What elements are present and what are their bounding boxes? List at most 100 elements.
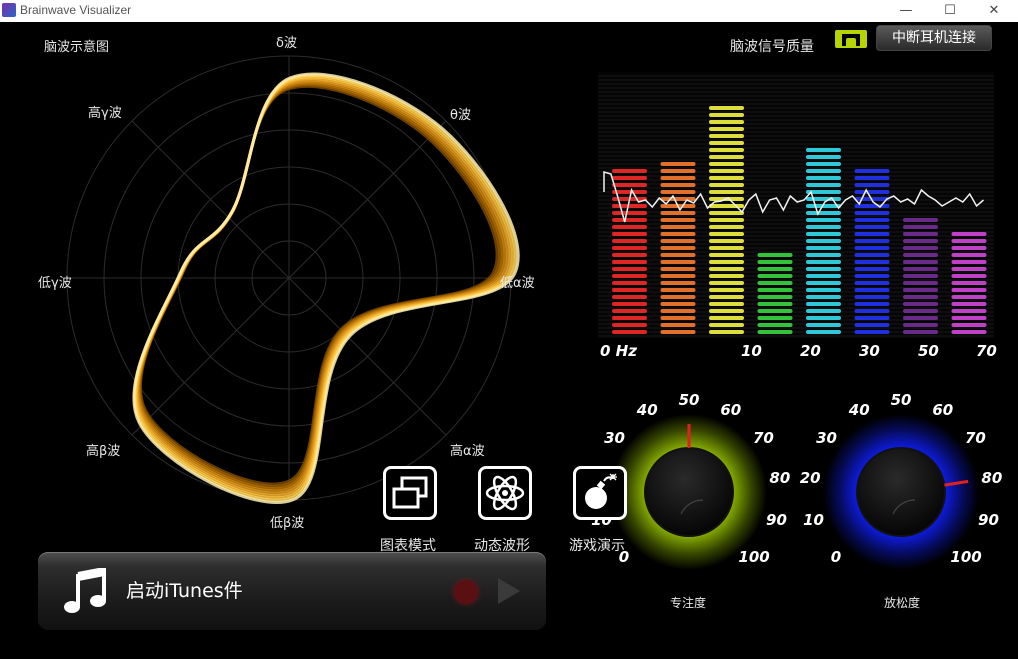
spectrum-bar-segment — [709, 141, 744, 145]
spectrum-bar-segment — [612, 309, 647, 313]
spectrum-bar-segment — [709, 253, 744, 257]
minimize-button[interactable]: — — [884, 0, 928, 22]
spectrum-bar-segment — [806, 323, 841, 327]
spectrum-bar-segment — [709, 330, 744, 334]
game-demo-button[interactable] — [573, 466, 627, 520]
spectrum-bar-segment — [806, 176, 841, 180]
freq-label-10: 10 — [741, 342, 762, 360]
meditation-gauge-tick-label: 0 — [830, 548, 842, 567]
meditation-gauge-tick-label: 50 — [890, 391, 912, 409]
spectrum-bar-segment — [903, 253, 938, 257]
meditation-gauge-tick-label: 40 — [848, 401, 870, 420]
spectrum-bar-segment — [612, 302, 647, 306]
spectrum-bar-segment — [660, 162, 696, 166]
spectrum-bar-segment — [854, 295, 890, 299]
axis-label-low-beta: 低β波 — [270, 516, 305, 531]
spectrum-bar-segment — [903, 232, 938, 236]
axis-label-high-beta: 高β波 — [86, 444, 121, 459]
spectrum-bar-segment — [660, 288, 696, 292]
spectrum-bar-segment — [660, 197, 696, 201]
spectrum-bar-segment — [951, 288, 987, 292]
spectrum-bar-segment — [709, 155, 744, 159]
spectrum-bar-segment — [612, 246, 647, 250]
spectrum-bar-segment — [660, 281, 696, 285]
spectrum-bar-segment — [951, 274, 987, 278]
spectrum-bar-segment — [951, 330, 987, 334]
spectrum-bar-segment — [612, 239, 647, 243]
spectrum-bar-segment — [612, 295, 647, 299]
spectrum-bar-segment — [709, 148, 744, 152]
spectrum-bar-segment — [903, 225, 938, 229]
spectrum-bar-segment — [951, 267, 987, 271]
spectrum-bar-segment — [806, 309, 841, 313]
attention-gauge-tick-label: 90 — [766, 511, 787, 530]
meditation-gauge-tick-label: 20 — [799, 468, 821, 487]
radar-grid — [66, 55, 512, 501]
spectrum-bar-segment — [757, 295, 793, 299]
attention-gauge-tick-label: 40 — [636, 401, 658, 420]
spectrum-bar-segment — [757, 267, 793, 271]
window-title: Brainwave Visualizer — [20, 3, 132, 17]
spectrum-bar-segment — [806, 281, 841, 285]
attention-gauge-tick-label: 80 — [769, 468, 791, 487]
spectrum-bar-segment — [612, 183, 647, 187]
spectrum-bar-segment — [709, 127, 744, 131]
spectrum-bar-segment — [612, 274, 647, 278]
chart-mode-button[interactable] — [383, 466, 437, 520]
meditation-gauge-tick-label: 80 — [981, 468, 1003, 487]
record-icon[interactable] — [454, 580, 478, 604]
meditation-gauge-knob — [856, 447, 946, 537]
spectrum-bar-segment — [709, 190, 744, 194]
spectrum-bar-segment — [709, 204, 744, 208]
attention-gauge-tick-label: 50 — [678, 391, 700, 409]
meditation-gauge-tick-label: 30 — [816, 428, 837, 447]
spectrum-bar-segment — [903, 218, 938, 222]
itunes-panel[interactable]: 启动iTunes件 — [38, 552, 546, 630]
meditation-gauge-tick-label: 10 — [803, 511, 824, 530]
spectrum-bar-segment — [854, 309, 890, 313]
spectrum-bar-segment — [903, 274, 938, 278]
spectrum-bar-segment — [806, 274, 841, 278]
attention-gauge-knob — [644, 447, 734, 537]
spectrum-bar-segment — [709, 225, 744, 229]
spectrum-bar-segment — [854, 253, 890, 257]
spectrum-bar-segment — [709, 211, 744, 215]
play-icon[interactable] — [496, 576, 522, 606]
close-button[interactable]: ✕ — [972, 0, 1016, 22]
spectrum-bar-segment — [709, 232, 744, 236]
spectrum-bar-segment — [709, 113, 744, 117]
spectrum-bar-segment — [903, 330, 938, 334]
spectrum-bar-segment — [709, 281, 744, 285]
axis-label-delta: δ波 — [276, 36, 297, 51]
spectrum-bar-segment — [709, 302, 744, 306]
spectrum-bar-segment — [951, 302, 987, 306]
spectrum-bar-segment — [660, 225, 696, 229]
spectrum-bar-segment — [806, 260, 841, 264]
spectrum-bar-segment — [854, 169, 890, 173]
dynamic-wave-label: 动态波形 — [474, 538, 530, 554]
spectrum-bar-segment — [903, 281, 938, 285]
spectrum-bar-segment — [854, 183, 890, 187]
disconnect-headset-button[interactable]: 中断耳机连接 — [876, 25, 992, 51]
spectrum-bar-segment — [854, 190, 890, 194]
spectrum-bar-segment — [806, 225, 841, 229]
meditation-gauge-tick-label: 100 — [950, 548, 982, 567]
spectrum-bar-segment — [806, 246, 841, 250]
spectrum-bar-segment — [709, 120, 744, 124]
spectrum-bar-segment — [757, 330, 793, 334]
meditation-gauge-tick-label: 90 — [978, 511, 999, 530]
spectrum-bar-segment — [709, 316, 744, 320]
spectrum-bar-segment — [612, 232, 647, 236]
spectrum-bar-segment — [806, 232, 841, 236]
spectrum-bar-segment — [660, 183, 696, 187]
chart-mode-label: 图表模式 — [380, 538, 436, 554]
spectrum-bar-segment — [854, 239, 890, 243]
spectrum-bar-segment — [709, 260, 744, 264]
spectrum-bar-segment — [709, 169, 744, 173]
spectrum-bar-segment — [709, 162, 744, 166]
spectrum-bar-segment — [757, 316, 793, 320]
maximize-button[interactable]: ☐ — [928, 0, 972, 22]
meditation-label: 放松度 — [884, 596, 921, 610]
spectrum-bar-segment — [854, 211, 890, 215]
dynamic-wave-button[interactable] — [478, 466, 532, 520]
